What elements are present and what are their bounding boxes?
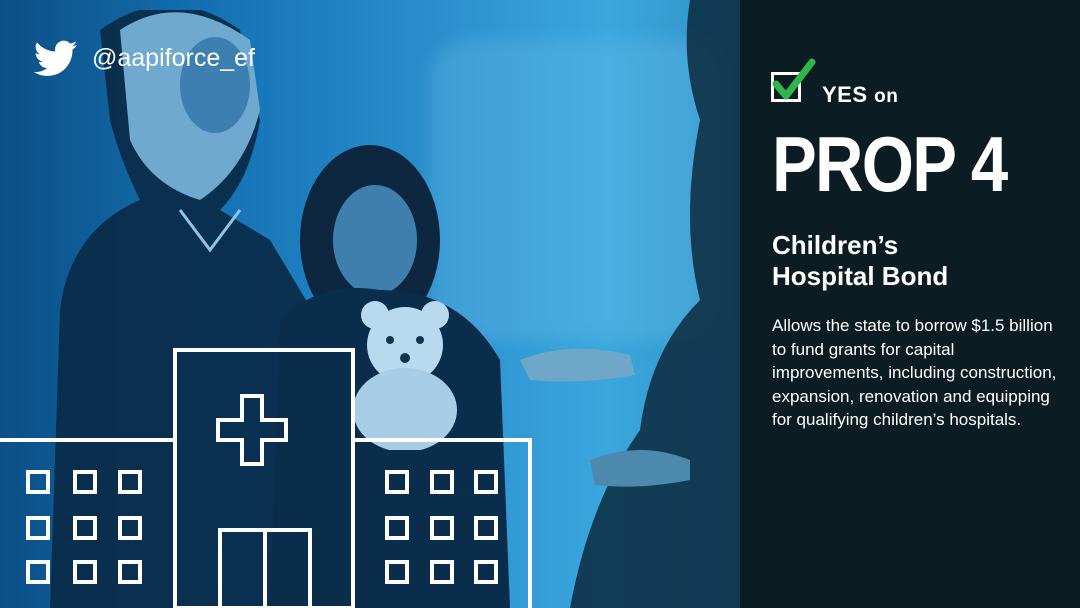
checkbox-check-icon (772, 58, 816, 100)
graphic-canvas: @aapiforce_ef YES on PROP 4 Children’s H… (0, 0, 1080, 608)
subtitle-line-2: Hospital Bond (772, 261, 949, 291)
yes-on-label: YES on (822, 82, 898, 108)
twitter-bird-icon (34, 40, 78, 76)
photo-mother-child-nurse (0, 0, 760, 608)
hospital-building-outline-icon (0, 348, 532, 608)
measure-description: Allows the state to borrow $1.5 billion … (772, 316, 1057, 429)
subtitle-line-1: Children’s (772, 230, 899, 260)
twitter-handle: @aapiforce_ef (92, 44, 255, 72)
proposition-title: PROP 4 (772, 120, 1008, 208)
yes-word: YES (822, 82, 868, 107)
on-word: on (874, 86, 899, 107)
measure-subtitle: Children’s Hospital Bond (772, 230, 1032, 292)
